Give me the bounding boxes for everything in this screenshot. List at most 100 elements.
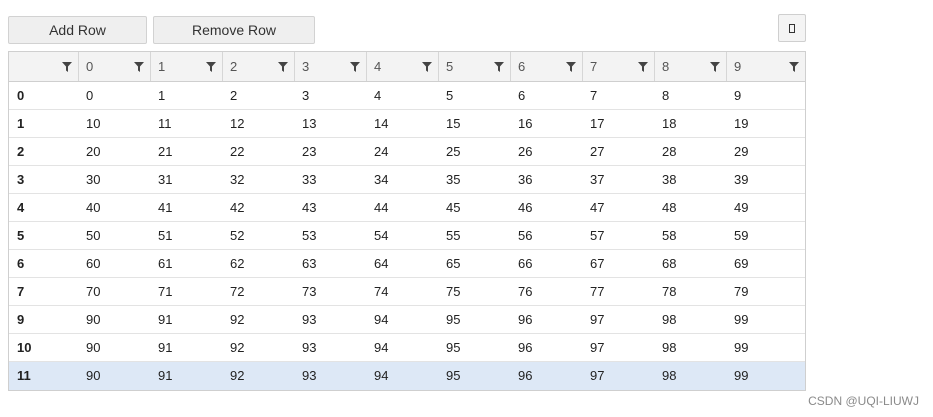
table-cell[interactable]: 91 bbox=[151, 334, 223, 361]
table-cell[interactable]: 17 bbox=[583, 110, 655, 137]
table-cell[interactable]: 90 bbox=[79, 306, 151, 333]
table-cell[interactable]: 95 bbox=[439, 306, 511, 333]
table-cell[interactable]: 69 bbox=[727, 250, 805, 277]
filter-icon[interactable] bbox=[789, 62, 799, 72]
table-cell[interactable]: 99 bbox=[727, 334, 805, 361]
table-cell[interactable]: 8 bbox=[655, 82, 727, 109]
table-cell[interactable]: 0 bbox=[79, 82, 151, 109]
column-header-9[interactable]: 9 bbox=[727, 52, 805, 81]
table-cell[interactable]: 97 bbox=[583, 334, 655, 361]
table-cell[interactable]: 79 bbox=[727, 278, 805, 305]
column-header-7[interactable]: 7 bbox=[583, 52, 655, 81]
table-row[interactable]: 3 30 31 32 33 34 35 36 37 38 39 bbox=[9, 166, 805, 194]
table-cell[interactable]: 4 bbox=[367, 82, 439, 109]
table-cell[interactable]: 28 bbox=[655, 138, 727, 165]
column-header-1[interactable]: 1 bbox=[151, 52, 223, 81]
table-cell[interactable]: 64 bbox=[367, 250, 439, 277]
table-cell[interactable]: 24 bbox=[367, 138, 439, 165]
filter-icon[interactable] bbox=[350, 62, 360, 72]
table-cell[interactable]: 57 bbox=[583, 222, 655, 249]
table-cell[interactable]: 71 bbox=[151, 278, 223, 305]
table-cell[interactable]: 92 bbox=[223, 334, 295, 361]
remove-row-button[interactable]: Remove Row bbox=[153, 16, 315, 44]
table-row[interactable]: 1 10 11 12 13 14 15 16 17 18 19 bbox=[9, 110, 805, 138]
table-cell[interactable]: 15 bbox=[439, 110, 511, 137]
table-cell[interactable]: 9 bbox=[727, 82, 805, 109]
table-cell[interactable]: 93 bbox=[295, 362, 367, 389]
table-cell[interactable]: 75 bbox=[439, 278, 511, 305]
table-cell[interactable]: 44 bbox=[367, 194, 439, 221]
column-header-5[interactable]: 5 bbox=[439, 52, 511, 81]
table-cell[interactable]: 68 bbox=[655, 250, 727, 277]
column-header-8[interactable]: 8 bbox=[655, 52, 727, 81]
table-cell[interactable]: 93 bbox=[295, 306, 367, 333]
table-cell[interactable]: 50 bbox=[79, 222, 151, 249]
table-cell[interactable]: 92 bbox=[223, 362, 295, 389]
table-row[interactable]: 4 40 41 42 43 44 45 46 47 48 49 bbox=[9, 194, 805, 222]
table-row[interactable]: 7 70 71 72 73 74 75 76 77 78 79 bbox=[9, 278, 805, 306]
table-cell[interactable]: 11 bbox=[151, 110, 223, 137]
table-cell[interactable]: 16 bbox=[511, 110, 583, 137]
table-cell[interactable]: 45 bbox=[439, 194, 511, 221]
table-cell[interactable]: 30 bbox=[79, 166, 151, 193]
table-cell[interactable]: 27 bbox=[583, 138, 655, 165]
table-row[interactable]: 5 50 51 52 53 54 55 56 57 58 59 bbox=[9, 222, 805, 250]
table-cell[interactable]: 61 bbox=[151, 250, 223, 277]
table-row[interactable]: 00123456789 bbox=[9, 82, 805, 110]
table-cell[interactable]: 22 bbox=[223, 138, 295, 165]
table-row[interactable]: 10 90 91 92 93 94 95 96 97 98 99 bbox=[9, 334, 805, 362]
table-cell[interactable]: 12 bbox=[223, 110, 295, 137]
table-cell[interactable]: 60 bbox=[79, 250, 151, 277]
table-cell[interactable]: 39 bbox=[727, 166, 805, 193]
table-cell[interactable]: 43 bbox=[295, 194, 367, 221]
table-cell[interactable]: 62 bbox=[223, 250, 295, 277]
table-cell[interactable]: 37 bbox=[583, 166, 655, 193]
index-column-header[interactable] bbox=[9, 52, 79, 81]
table-cell[interactable]: 76 bbox=[511, 278, 583, 305]
table-cell[interactable]: 95 bbox=[439, 334, 511, 361]
table-cell[interactable]: 1 bbox=[151, 82, 223, 109]
filter-icon[interactable] bbox=[638, 62, 648, 72]
table-cell[interactable]: 55 bbox=[439, 222, 511, 249]
table-cell[interactable]: 70 bbox=[79, 278, 151, 305]
table-row[interactable]: 11 90 91 92 93 94 95 96 97 98 99 bbox=[9, 362, 805, 390]
filter-icon[interactable] bbox=[134, 62, 144, 72]
filter-icon[interactable] bbox=[566, 62, 576, 72]
table-cell[interactable]: 91 bbox=[151, 306, 223, 333]
filter-icon[interactable] bbox=[494, 62, 504, 72]
table-cell[interactable]: 98 bbox=[655, 306, 727, 333]
table-cell[interactable]: 98 bbox=[655, 334, 727, 361]
table-cell[interactable]: 90 bbox=[79, 362, 151, 389]
table-cell[interactable]: 5 bbox=[439, 82, 511, 109]
column-header-6[interactable]: 6 bbox=[511, 52, 583, 81]
table-cell[interactable]: 49 bbox=[727, 194, 805, 221]
table-cell[interactable]: 74 bbox=[367, 278, 439, 305]
column-header-0[interactable]: 0 bbox=[79, 52, 151, 81]
table-cell[interactable]: 92 bbox=[223, 306, 295, 333]
table-cell[interactable]: 13 bbox=[295, 110, 367, 137]
table-cell[interactable]: 52 bbox=[223, 222, 295, 249]
table-cell[interactable]: 51 bbox=[151, 222, 223, 249]
table-cell[interactable]: 32 bbox=[223, 166, 295, 193]
table-cell[interactable]: 41 bbox=[151, 194, 223, 221]
table-cell[interactable]: 10 bbox=[79, 110, 151, 137]
table-cell[interactable]: 25 bbox=[439, 138, 511, 165]
table-cell[interactable]: 59 bbox=[727, 222, 805, 249]
table-cell[interactable]: 33 bbox=[295, 166, 367, 193]
table-cell[interactable]: 96 bbox=[511, 362, 583, 389]
table-cell[interactable]: 26 bbox=[511, 138, 583, 165]
table-cell[interactable]: 96 bbox=[511, 334, 583, 361]
table-row[interactable]: 9 90 91 92 93 94 95 96 97 98 99 bbox=[9, 306, 805, 334]
table-cell[interactable]: 31 bbox=[151, 166, 223, 193]
table-cell[interactable]: 29 bbox=[727, 138, 805, 165]
table-cell[interactable]: 53 bbox=[295, 222, 367, 249]
table-cell[interactable]: 99 bbox=[727, 362, 805, 389]
table-cell[interactable]: 23 bbox=[295, 138, 367, 165]
filter-icon[interactable] bbox=[62, 62, 72, 72]
table-cell[interactable]: 34 bbox=[367, 166, 439, 193]
table-cell[interactable]: 98 bbox=[655, 362, 727, 389]
table-cell[interactable]: 95 bbox=[439, 362, 511, 389]
table-cell[interactable]: 19 bbox=[727, 110, 805, 137]
column-header-2[interactable]: 2 bbox=[223, 52, 295, 81]
table-cell[interactable]: 21 bbox=[151, 138, 223, 165]
